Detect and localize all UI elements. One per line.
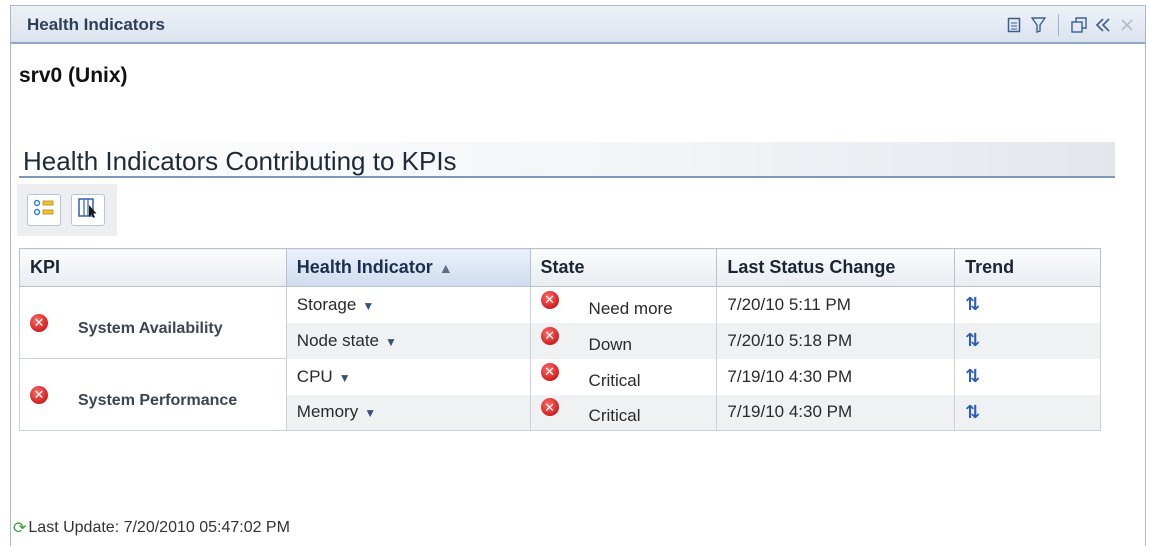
select-items-button[interactable] [27, 194, 61, 226]
up-down-arrows-icon[interactable]: ⇅ [965, 366, 980, 386]
table-header-row: KPI Health Indicator ▲ State Last Status … [19, 248, 1101, 287]
kpi-label: System Performance [78, 391, 238, 409]
page-icon[interactable] [1004, 15, 1024, 35]
state-cell: ✕ Critical [529, 358, 718, 395]
last-update-text: Last Update: 7/20/2010 05:47:02 PM [28, 519, 290, 536]
error-status-icon: ✕ [540, 362, 559, 381]
error-status-icon: ✕ [540, 326, 559, 345]
last-status-change-cell: 7/19/10 4:30 PM [716, 394, 956, 431]
restore-window-icon[interactable] [1069, 15, 1089, 35]
last-status-change-cell: 7/20/10 5:11 PM [716, 286, 956, 323]
column-header-state[interactable]: State [529, 248, 718, 287]
panel-titlebar: Health Indicators [11, 6, 1145, 44]
health-indicator-cell[interactable]: Node state ▼ [285, 322, 531, 359]
chevron-down-icon[interactable]: ▼ [364, 406, 376, 420]
last-status-change-cell: 7/20/10 5:18 PM [716, 322, 956, 359]
up-down-arrows-icon[interactable]: ⇅ [965, 330, 980, 350]
chevron-down-icon[interactable]: ▼ [385, 335, 397, 349]
up-down-arrows-icon[interactable]: ⇅ [965, 294, 980, 314]
chevron-down-icon[interactable]: ▼ [339, 371, 351, 385]
health-indicators-table: KPI Health Indicator ▲ State Last Status … [19, 248, 1101, 431]
error-status-icon: ✕ [540, 290, 559, 309]
panel-toolbar-icons [1004, 14, 1137, 36]
error-status-icon: ✕ [30, 385, 48, 404]
table-row[interactable]: ✕ System Availability Storage ▼ ✕ Need mor… [19, 286, 1101, 359]
last-status-change-cell: 7/19/10 4:30 PM [716, 358, 956, 395]
column-header-health-indicator[interactable]: Health Indicator ▲ [285, 248, 531, 287]
health-indicator-cell[interactable]: Memory ▼ [285, 394, 531, 431]
last-update-footer: ⟳ Last Update: 7/20/2010 05:47:02 PM [13, 518, 290, 538]
column-header-last-status-change[interactable]: Last Status Change [716, 248, 956, 287]
host-name: srv0 (Unix) [19, 64, 128, 87]
column-header-trend[interactable]: Trend [954, 248, 1101, 287]
health-indicator-cell[interactable]: Storage ▼ [285, 286, 531, 323]
trend-cell[interactable]: ⇅ [954, 394, 1101, 431]
filter-icon[interactable] [1028, 15, 1048, 35]
column-header-kpi[interactable]: KPI [19, 248, 287, 287]
trend-cell[interactable]: ⇅ [954, 286, 1101, 323]
error-status-icon: ✕ [540, 398, 559, 417]
health-indicators-panel: Health Indicators srv0 (Unix) Health Ind… [10, 5, 1146, 546]
state-cell: ✕ Down [529, 322, 718, 359]
refresh-icon[interactable]: ⟳ [13, 518, 26, 538]
trend-cell[interactable]: ⇅ [954, 358, 1101, 395]
up-down-arrows-icon[interactable]: ⇅ [965, 402, 980, 422]
error-status-icon: ✕ [30, 313, 48, 332]
health-indicator-cell[interactable]: CPU ▼ [285, 358, 531, 395]
table-row[interactable]: ✕ System Performance CPU ▼ ✕ Critical 7/19… [19, 358, 1101, 431]
column-chooser-icon [77, 197, 99, 224]
kpi-label: System Availability [78, 319, 223, 337]
column-chooser-button[interactable] [71, 194, 105, 226]
close-icon[interactable] [1117, 15, 1137, 35]
trend-cell[interactable]: ⇅ [954, 322, 1101, 359]
select-items-icon [33, 198, 55, 223]
collapse-left-icon[interactable] [1093, 15, 1113, 35]
section-header: Health Indicators Contributing to KPIs [19, 142, 1115, 178]
toolbar-divider [1058, 14, 1059, 36]
section-title: Health Indicators Contributing to KPIs [23, 146, 457, 176]
kpi-cell[interactable]: ✕ System Availability [19, 286, 287, 359]
sort-ascending-icon: ▲ [438, 260, 453, 276]
panel-title: Health Indicators [27, 15, 165, 34]
state-cell: ✕ Critical [529, 394, 718, 431]
state-cell: ✕ Need more [529, 286, 718, 323]
kpi-cell[interactable]: ✕ System Performance [19, 358, 287, 431]
chevron-down-icon[interactable]: ▼ [362, 299, 374, 313]
table-toolbar [17, 184, 117, 236]
